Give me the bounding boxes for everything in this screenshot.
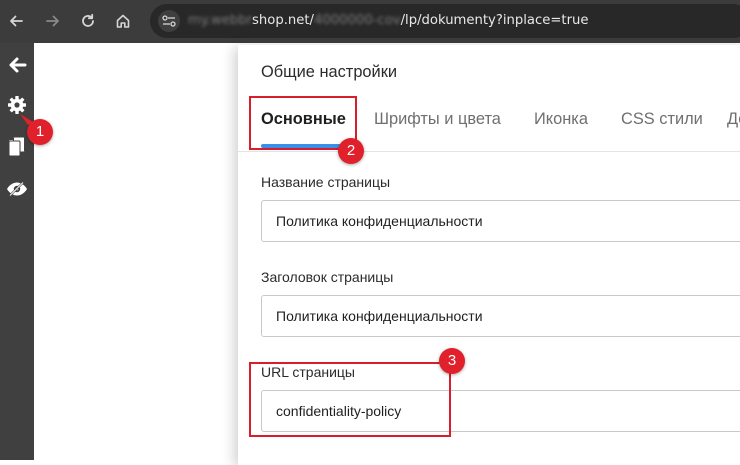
- url-redacted-id: 4000000-cov: [313, 13, 401, 28]
- annotation-box-url: [249, 362, 451, 437]
- annotation-badge-3: 3: [439, 348, 465, 374]
- preview-eye-icon[interactable]: [4, 176, 30, 202]
- annotation-pointer-1: [20, 114, 33, 125]
- page-heading-label: Заголовок страницы: [261, 269, 394, 285]
- tab-css-styles[interactable]: CSS стили: [621, 110, 703, 129]
- url-redacted-prefix: my.webbr: [188, 13, 253, 28]
- exit-arrow-icon[interactable]: [4, 52, 30, 78]
- browser-toolbar: my.webbrshop.net/4000000-cov/lp/dokument…: [0, 0, 740, 43]
- site-settings-icon[interactable]: [158, 10, 180, 32]
- reload-icon[interactable]: [75, 8, 101, 34]
- tab-icon[interactable]: Иконка: [534, 110, 588, 129]
- home-icon[interactable]: [110, 8, 136, 34]
- annotation-badge-2: 2: [338, 138, 364, 164]
- back-arrow-icon[interactable]: [3, 8, 29, 34]
- url-domain: shop.net/: [252, 13, 314, 28]
- tab-fonts-colors[interactable]: Шрифты и цвета: [374, 110, 501, 129]
- tab-more[interactable]: До: [727, 110, 740, 129]
- pages-icon[interactable]: [4, 133, 30, 159]
- page-heading-input[interactable]: [261, 295, 740, 337]
- page-name-input[interactable]: [261, 200, 740, 242]
- url-path: /lp/dokumenty?inplace=true: [400, 13, 589, 28]
- builder-sidebar: [0, 43, 34, 460]
- url-text[interactable]: my.webbrshop.net/4000000-cov/lp/dokument…: [188, 13, 588, 28]
- panel-title: Общие настройки: [261, 63, 398, 81]
- forward-arrow-icon[interactable]: [40, 8, 66, 34]
- page-name-label: Название страницы: [261, 174, 391, 190]
- address-bar[interactable]: my.webbrshop.net/4000000-cov/lp/dokument…: [150, 4, 740, 38]
